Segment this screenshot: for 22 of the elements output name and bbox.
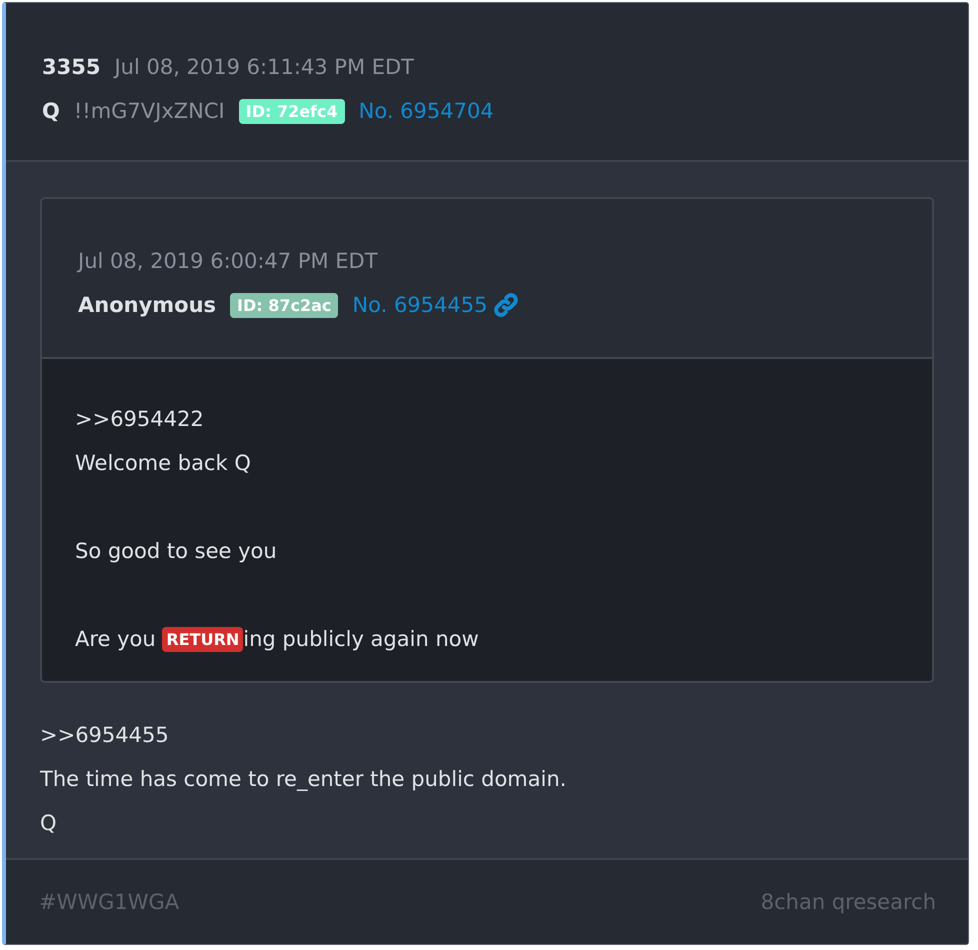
post-text: ing publicly again now: [243, 627, 479, 651]
post-link[interactable]: No. 6954455: [352, 293, 488, 317]
tripcode: !!mG7VJxZNCI: [74, 99, 225, 123]
hashtag: #WWG1WGA: [39, 890, 180, 914]
author-name: Anonymous: [78, 293, 216, 317]
post-text: Are you: [75, 627, 157, 651]
post-timestamp: Jul 08, 2019 6:11:43 PM EDT: [114, 55, 414, 79]
post-link[interactable]: No. 6954704: [358, 99, 494, 123]
id-badge: ID: 87c2ac: [230, 292, 338, 318]
post-number: 3355: [42, 55, 100, 79]
id-badge: ID: 72efc4: [238, 98, 345, 124]
post-text: >>6954422: [75, 407, 204, 431]
post-text: Welcome back Q: [75, 451, 251, 475]
post-timestamp: Jul 08, 2019 6:00:47 PM EDT: [78, 249, 378, 273]
post-text: Q: [40, 811, 57, 835]
source-label: 8chan qresearch: [760, 890, 936, 914]
author-name: Q: [42, 99, 60, 123]
post-text: >>6954455: [40, 723, 169, 747]
post-text: So good to see you: [75, 539, 277, 563]
highlighted-word: RETURN: [162, 626, 244, 652]
post-text: The time has come to re_enter the public domain.: [40, 767, 566, 791]
link-icon[interactable]: [493, 292, 520, 318]
